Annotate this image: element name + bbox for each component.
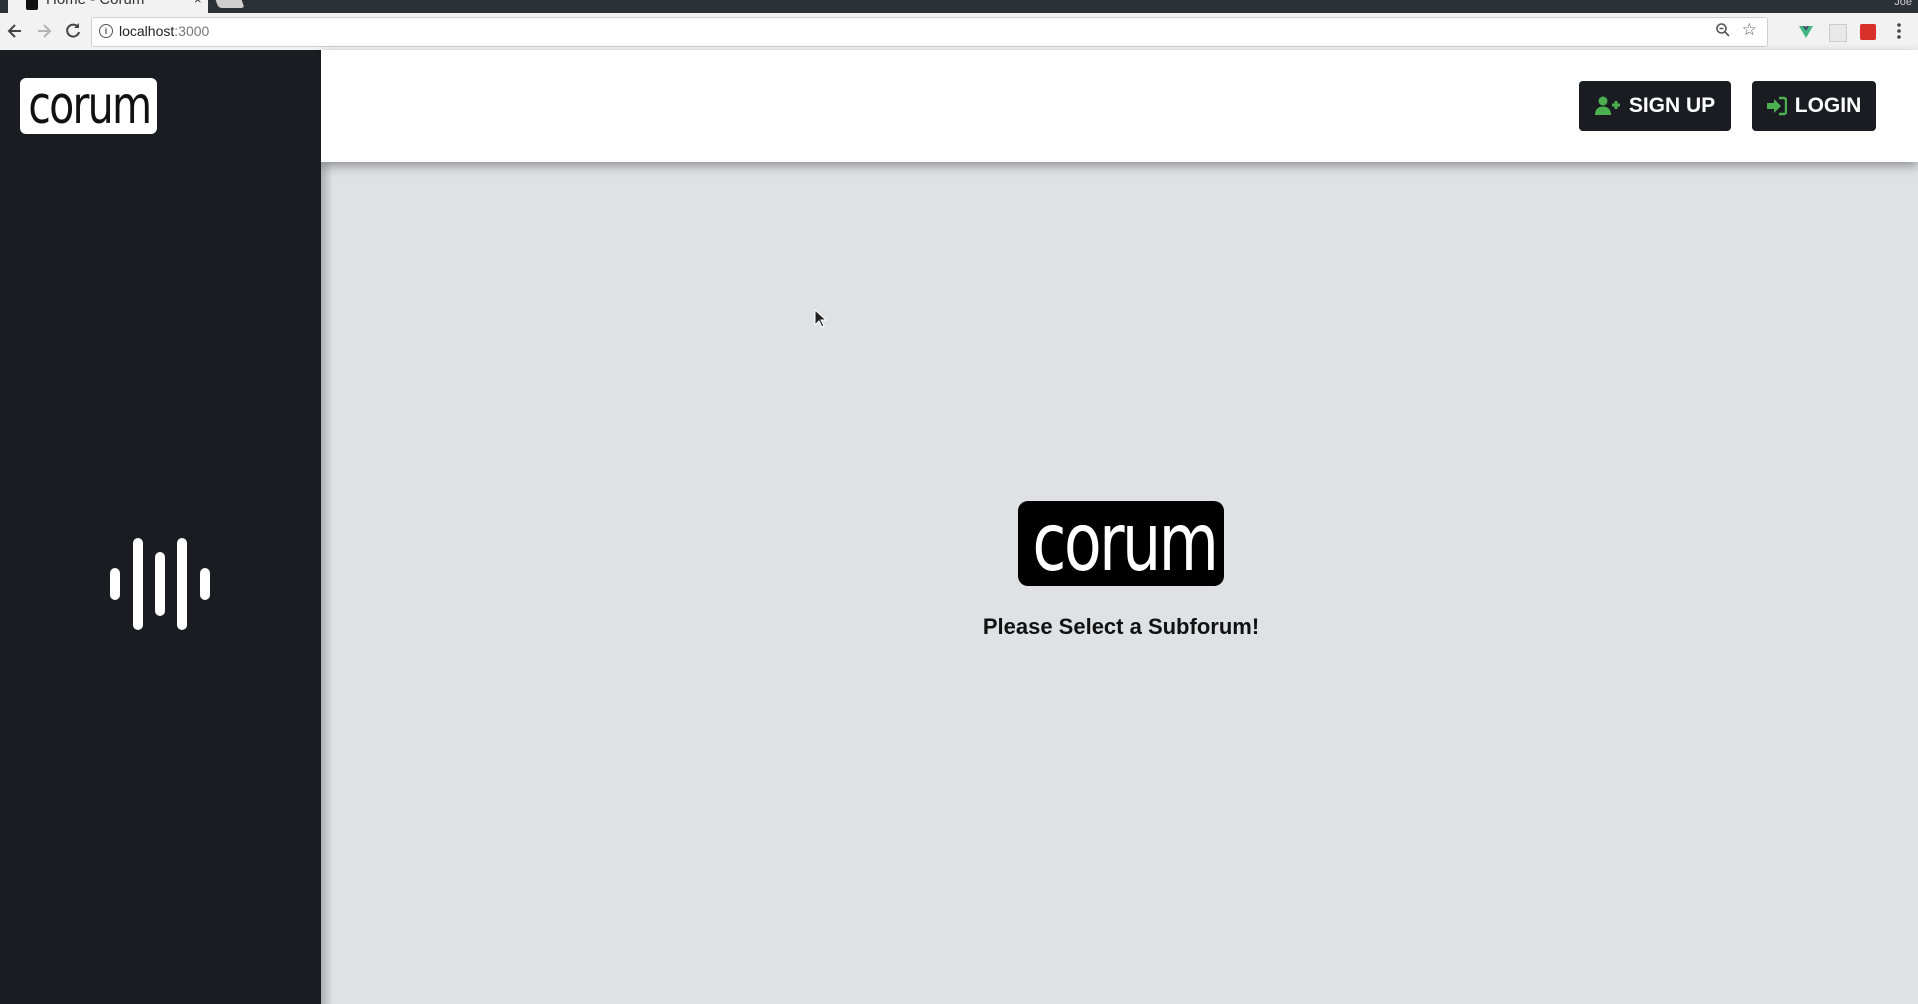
bookmark-star-icon[interactable]: ☆ <box>1742 20 1757 40</box>
new-tab-button[interactable] <box>213 0 245 8</box>
user-plus-icon <box>1594 96 1620 115</box>
center-logo: corum <box>1018 501 1224 586</box>
sidebar-logo[interactable]: corum <box>20 78 157 134</box>
zoom-icon[interactable] <box>1715 22 1731 42</box>
audio-bars-icon <box>110 538 210 630</box>
signup-label: SIGN UP <box>1628 94 1716 117</box>
top-header: SIGN UP LOGIN <box>321 50 1918 162</box>
profile-name[interactable]: Joe <box>1894 0 1912 8</box>
address-bar[interactable]: i localhost:3000 ☆ <box>91 17 1768 47</box>
back-arrow-icon[interactable] <box>2 18 28 44</box>
browser-toolbar: i localhost:3000 ☆ <box>0 13 1918 51</box>
sidebar-shadow <box>321 162 333 1004</box>
url-port: :3000 <box>174 23 210 39</box>
info-icon[interactable]: i <box>99 24 113 38</box>
browser-menu-icon[interactable] <box>1896 22 1902 44</box>
vue-devtools-icon[interactable] <box>1798 24 1814 40</box>
mouse-cursor-icon <box>814 309 828 328</box>
sidebar-logo-text: corum <box>28 76 152 136</box>
browser-tabstrip: Home - Corum × Joe <box>0 0 1918 13</box>
main-content: corum Please Select a Subforum! <box>321 162 1918 1004</box>
sign-in-icon <box>1766 96 1787 116</box>
sidebar: corum <box>0 50 321 1004</box>
forward-arrow-icon[interactable] <box>31 18 57 44</box>
extension-icon[interactable] <box>1829 24 1847 42</box>
tab-close-icon[interactable]: × <box>194 0 202 8</box>
tab-title: Home - Corum <box>46 0 144 8</box>
favicon-icon <box>26 0 38 10</box>
center-logo-text: corum <box>1032 496 1219 589</box>
login-label: LOGIN <box>1794 94 1862 117</box>
select-subforum-prompt: Please Select a Subforum! <box>982 614 1260 639</box>
url-host: localhost <box>119 23 175 39</box>
url-text: localhost:3000 <box>119 23 209 39</box>
browser-tab[interactable]: Home - Corum × <box>8 0 208 13</box>
signup-button[interactable]: SIGN UP <box>1579 81 1731 131</box>
login-button[interactable]: LOGIN <box>1752 81 1876 131</box>
extension-red-icon[interactable] <box>1860 24 1876 40</box>
reload-icon[interactable] <box>60 18 86 44</box>
